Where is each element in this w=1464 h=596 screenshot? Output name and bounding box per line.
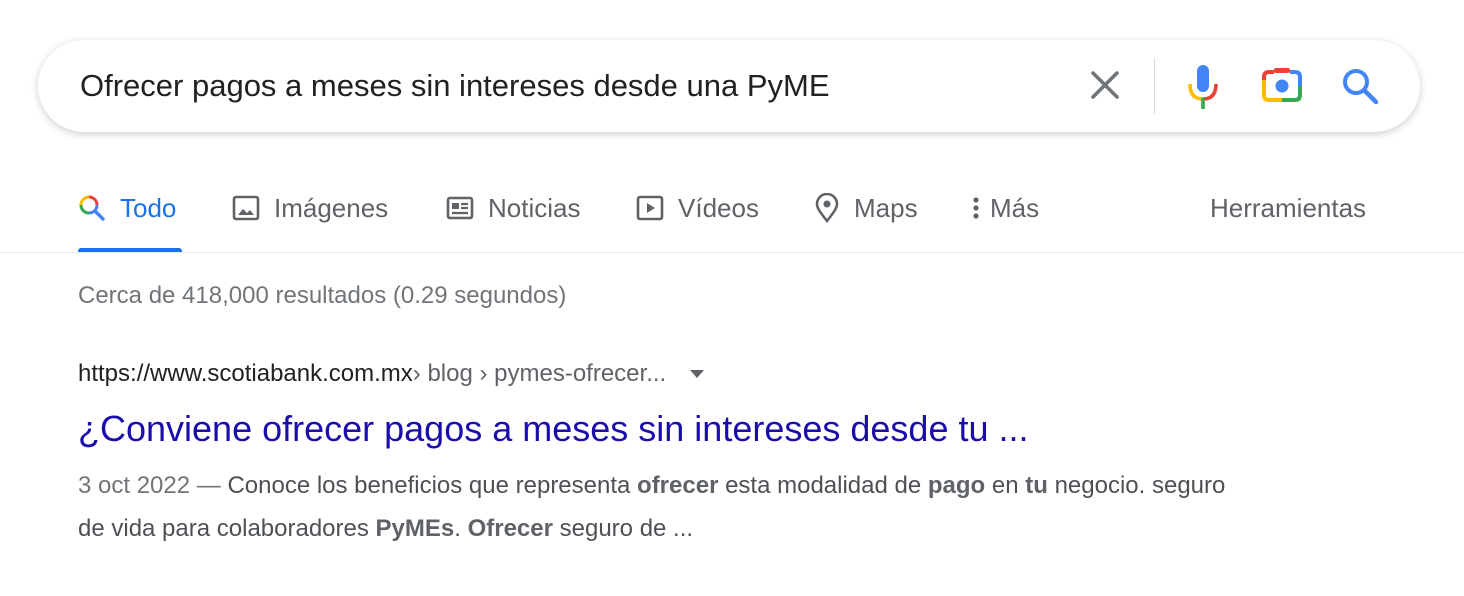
search-button[interactable] [1340,66,1380,106]
snippet-highlight: ofrecer [637,472,719,499]
tab-todo[interactable]: Todo [78,190,176,226]
result-stats: Cerca de 418,000 resultados (0.29 segund… [78,282,567,309]
tab-mas[interactable]: Más [972,190,1039,226]
snippet-highlight: PyMEs [375,515,455,542]
result-date: 3 oct 2022 — [78,472,228,499]
tools-label: Herramientas [1210,192,1367,223]
search-icon [1343,69,1379,105]
mic-icon [1188,65,1218,109]
snippet-highlight: tu [1025,472,1048,499]
tab-label: Vídeos [678,192,759,223]
search-box-divider [1154,58,1155,114]
snippet-text: seguro de ... [552,515,694,542]
image-search-button[interactable] [1260,66,1304,106]
snippet-text: esta modalidad de [718,472,928,499]
tabs-divider [0,252,1464,253]
search-input[interactable] [80,64,1060,108]
result-url[interactable]: https://www.scotiabank.com.mx › blog › p… [78,360,705,388]
clear-button[interactable] [1088,68,1122,102]
news-icon [446,196,474,220]
search-box [38,40,1420,132]
map-pin-icon [815,193,839,223]
tab-label: Maps [854,192,918,223]
image-icon [232,195,260,221]
snippet-highlight: pago [927,472,986,499]
snippet-text: Conoce los beneficios que representa [227,472,638,499]
result-title[interactable]: ¿Conviene ofrecer pagos a meses sin inte… [78,408,1029,450]
tab-imagenes[interactable]: Imágenes [232,190,388,226]
tab-label: Noticias [488,192,581,223]
tab-label: Todo [120,192,177,223]
play-icon [636,195,664,221]
result-snippet: 3 oct 2022 — Conoce los beneficios que r… [78,464,1258,550]
result-breadcrumb: › blog › pymes-ofrecer... [412,360,667,387]
snippet-highlight: Ofrecer [467,515,553,542]
more-vert-icon [973,197,979,219]
result-domain: https://www.scotiabank.com.mx [78,360,413,387]
snippet-text: en [985,472,1026,499]
tab-label: Imágenes [274,192,389,223]
search-icon [79,195,105,221]
voice-search-button[interactable] [1186,64,1220,110]
chevron-down-icon[interactable] [690,370,705,378]
tab-videos[interactable]: Vídeos [636,190,759,226]
close-icon [1091,71,1119,99]
search-tabs: Todo Imágenes Noticias Vídeos Maps Más H… [0,176,1464,254]
tab-label: Más [990,192,1040,223]
tab-maps[interactable]: Maps [814,190,918,226]
tab-noticias[interactable]: Noticias [446,190,580,226]
snippet-text: . [454,515,468,542]
camera-icon [1262,68,1302,102]
tools-button[interactable]: Herramientas [1210,190,1366,226]
